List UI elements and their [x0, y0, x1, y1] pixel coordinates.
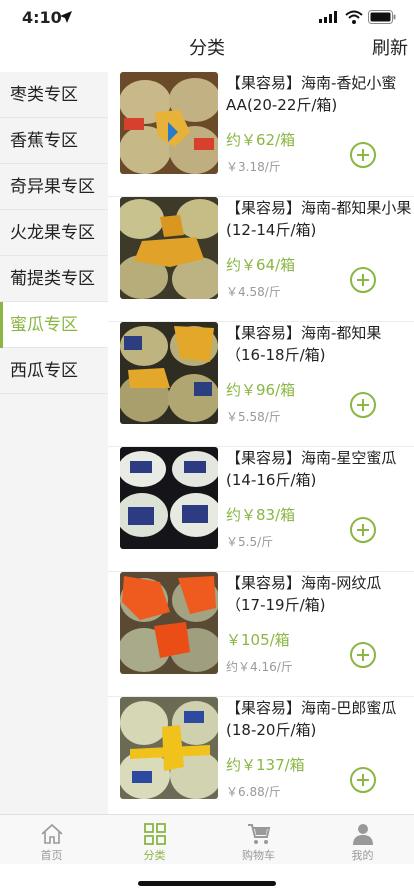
wifi-icon [345, 10, 363, 24]
status-time: 4:10 [22, 8, 62, 27]
home-icon [40, 823, 63, 844]
add-to-cart-button[interactable] [350, 642, 376, 668]
product-name: 【果容易】海南-都知果小果(12-14斤/箱) [226, 199, 412, 239]
product-item[interactable]: 【果容易】海南-巴郎蜜瓜(18-20斤/箱) 约￥137/箱 ￥6.88/斤 [108, 697, 414, 814]
product-price: 约￥64/箱 [226, 256, 296, 274]
cart-icon [247, 824, 270, 844]
product-item[interactable]: 【果容易】海南-都知果小果(12-14斤/箱) 约￥64/箱 ￥4.58/斤 [108, 197, 414, 322]
product-unit-price: ￥5.5/斤 [226, 535, 274, 549]
product-image[interactable] [120, 447, 218, 549]
category-sidebar: 枣类专区 香蕉专区 奇异果专区 火龙果专区 葡提类专区 蜜瓜专区 西瓜专区 [0, 72, 108, 814]
product-name: 【果容易】海南-巴郎蜜瓜(18-20斤/箱) [226, 699, 397, 739]
product-image[interactable] [120, 572, 218, 674]
grid-icon [143, 823, 166, 845]
product-image[interactable] [120, 72, 218, 174]
tab-label: 分类 [143, 849, 166, 862]
tab-category[interactable]: 分类 [103, 815, 206, 865]
product-price: 约￥137/箱 [226, 756, 305, 774]
product-item[interactable]: 【果容易】海南-星空蜜瓜(14-16斤/箱) 约￥83/箱 ￥5.5/斤 [108, 447, 414, 572]
signal-icon [319, 11, 337, 23]
add-to-cart-button[interactable] [350, 392, 376, 418]
nav-bar: 分类 刷新 [0, 36, 414, 64]
product-name: 【果容易】海南-网纹瓜（17-19斤/箱) [226, 574, 382, 614]
product-list: 【果容易】海南-香妃小蜜AA(20-22斤/箱) 约￥62/箱 ￥3.18/斤 … [108, 72, 414, 814]
refresh-button[interactable]: 刷新 [372, 36, 408, 62]
product-name: 【果容易】海南-都知果（16-18斤/箱) [226, 324, 382, 364]
tab-mine[interactable]: 我的 [311, 815, 414, 865]
product-image[interactable] [120, 197, 218, 299]
product-name: 【果容易】海南-香妃小蜜AA(20-22斤/箱) [226, 74, 397, 114]
product-image[interactable] [120, 697, 218, 799]
tab-cart[interactable]: 购物车 [207, 815, 310, 865]
product-price: 约￥62/箱 [226, 131, 296, 149]
product-unit-price: ￥3.18/斤 [226, 160, 281, 174]
location-arrow-icon [60, 11, 72, 23]
add-to-cart-button[interactable] [350, 767, 376, 793]
home-indicator [138, 881, 276, 886]
tab-home[interactable]: 首页 [0, 815, 103, 865]
tab-label: 购物车 [242, 849, 275, 862]
add-to-cart-button[interactable] [350, 142, 376, 168]
category-item-dates[interactable]: 枣类专区 [0, 72, 108, 118]
tab-label: 我的 [351, 849, 374, 862]
product-unit-price: 约￥4.16/斤 [226, 660, 293, 674]
category-item-banana[interactable]: 香蕉专区 [0, 118, 108, 164]
tab-bar: 首页 分类 购物车 我的 [0, 814, 414, 864]
product-item[interactable]: 【果容易】海南-都知果（16-18斤/箱) 约￥96/箱 ￥5.58/斤 [108, 322, 414, 447]
product-image[interactable] [120, 322, 218, 424]
battery-icon [368, 10, 396, 24]
status-bar: 4:10 [0, 0, 414, 36]
tab-label: 首页 [40, 849, 63, 862]
category-item-watermelon[interactable]: 西瓜专区 [0, 348, 108, 394]
product-price: ￥105/箱 [226, 631, 290, 649]
product-item[interactable]: 【果容易】海南-香妃小蜜AA(20-22斤/箱) 约￥62/箱 ￥3.18/斤 [108, 72, 414, 197]
category-item-melon[interactable]: 蜜瓜专区 [0, 302, 108, 348]
product-name: 【果容易】海南-星空蜜瓜(14-16斤/箱) [226, 449, 397, 489]
category-item-grapes[interactable]: 葡提类专区 [0, 256, 108, 302]
product-unit-price: ￥4.58/斤 [226, 285, 281, 299]
product-price: 约￥96/箱 [226, 381, 296, 399]
product-unit-price: ￥5.58/斤 [226, 410, 281, 424]
category-item-dragonfruit[interactable]: 火龙果专区 [0, 210, 108, 256]
page-title: 分类 [189, 38, 225, 59]
category-item-kiwi[interactable]: 奇异果专区 [0, 164, 108, 210]
product-price: 约￥83/箱 [226, 506, 296, 524]
user-icon [352, 824, 373, 845]
product-item[interactable]: 【果容易】海南-网纹瓜（17-19斤/箱) ￥105/箱 约￥4.16/斤 [108, 572, 414, 697]
add-to-cart-button[interactable] [350, 517, 376, 543]
product-unit-price: ￥6.88/斤 [226, 785, 281, 799]
add-to-cart-button[interactable] [350, 267, 376, 293]
